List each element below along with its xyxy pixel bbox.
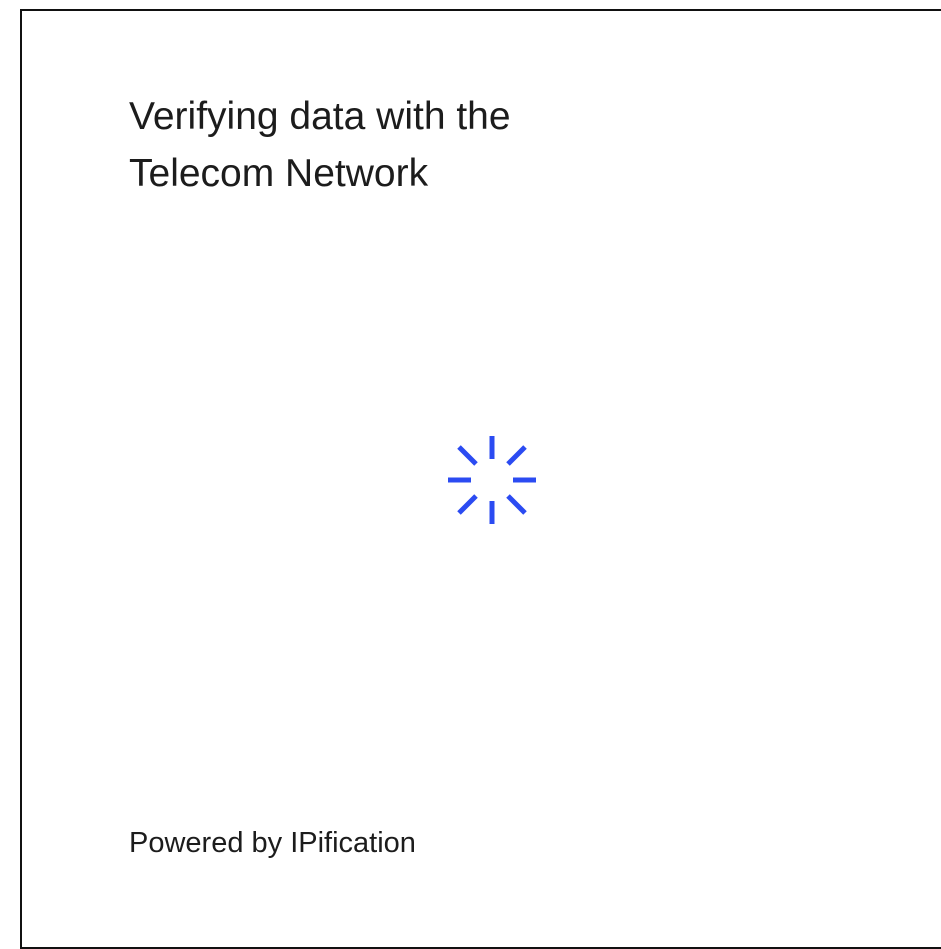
- page-title-line-1: Verifying data with the: [129, 95, 511, 138]
- page-title: Verifying data with the Telecom Network: [129, 88, 649, 202]
- spinner-ray-top-right: [506, 445, 527, 466]
- loading-spinner-icon: [448, 436, 536, 524]
- page-title-line-2: Telecom Network: [129, 152, 429, 195]
- spinner-ray-bottom-left: [457, 494, 478, 515]
- powered-by-label: Powered by IPification: [129, 827, 416, 859]
- spinner-ray-top-left: [457, 445, 478, 466]
- spinner-ray-bottom-right: [506, 494, 527, 515]
